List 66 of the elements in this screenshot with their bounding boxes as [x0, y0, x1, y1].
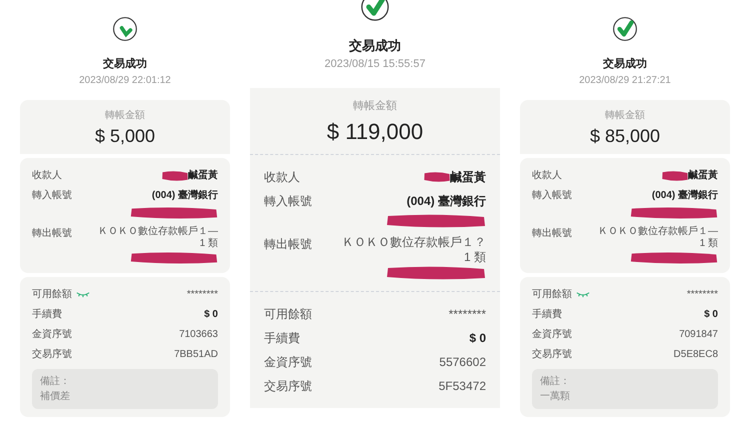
status-title: 交易成功 — [603, 56, 647, 72]
field-label: 交易序號 — [532, 348, 572, 362]
field-label: 收款人 — [32, 169, 62, 183]
field-value: (004) 臺灣銀行 — [406, 193, 486, 210]
field-label: 金資序號 — [32, 328, 72, 342]
closed-eye-icon[interactable] — [576, 291, 590, 298]
field-value: 7091847 — [679, 328, 718, 342]
note-text: 補價差 — [40, 390, 71, 404]
field-label: 轉入帳號 — [264, 193, 312, 210]
field-value: (004) 臺灣銀行 — [652, 188, 718, 203]
field-label: 收款人 — [264, 169, 300, 186]
note-text: 一萬顆 — [540, 390, 571, 404]
status-title: 交易成功 — [103, 56, 147, 72]
field-label: 可用餘額 — [532, 288, 572, 302]
check-icon — [360, 0, 390, 22]
field-value: $ 0 — [469, 330, 486, 347]
field-value: $ 0 — [204, 308, 218, 322]
field-value: D5E8EC8 — [674, 348, 718, 362]
field-label: 金資序號 — [532, 328, 572, 342]
field-value: ＫＯＫＯ數位存款帳戶１？ 1 類 — [342, 235, 486, 265]
field-label: 手續費 — [532, 308, 562, 322]
amount-value: $ 85,000 — [590, 124, 660, 148]
field-label: 可用餘額 — [264, 306, 312, 323]
redaction-mark — [424, 171, 450, 183]
field-value: 鹹蛋黃 — [688, 168, 718, 183]
field-value: ＫＯＫＯ數位存款帳戶１— 1 類 — [98, 226, 218, 250]
amount-label: 轉帳金額 — [105, 108, 145, 122]
field-value: $ 0 — [704, 308, 718, 322]
field-label: 轉入帳號 — [32, 188, 72, 203]
field-label: 可用餘額 — [32, 288, 72, 302]
note-label: 備註： — [540, 374, 571, 388]
field-value: ******** — [686, 288, 718, 302]
amount-label: 轉帳金額 — [353, 98, 397, 114]
closed-eye-icon[interactable] — [76, 291, 90, 298]
field-value: 5576602 — [439, 354, 486, 371]
field-label: 轉出帳號 — [264, 236, 312, 253]
field-label: 轉出帳號 — [532, 226, 572, 240]
amount-value: $ 119,000 — [326, 118, 424, 146]
note-label: 備註： — [40, 374, 71, 388]
redaction-mark — [162, 170, 188, 182]
field-value: ******** — [448, 306, 486, 323]
check-icon — [112, 16, 138, 42]
transaction-time: 2023/08/29 22:01:12 — [79, 74, 171, 88]
status-title: 交易成功 — [349, 37, 401, 55]
field-label: 收款人 — [532, 169, 562, 183]
field-value: ＫＯＫＯ數位存款帳戶１— 1 類 — [598, 226, 718, 250]
field-label: 手續費 — [32, 308, 62, 322]
field-value: (004) 臺灣銀行 — [152, 188, 218, 203]
field-label: 金資序號 — [264, 354, 312, 371]
field-label: 手續費 — [264, 330, 300, 347]
field-value: 鹹蛋黃 — [450, 169, 486, 186]
redaction-mark — [662, 170, 688, 182]
field-value: 7BB51AD — [174, 348, 218, 362]
check-icon — [612, 16, 638, 42]
field-value: ******** — [186, 288, 218, 302]
field-label: 轉出帳號 — [32, 226, 72, 240]
amount-value: $ 5,000 — [94, 124, 156, 148]
field-value: 鹹蛋黃 — [188, 168, 218, 183]
amount-label: 轉帳金額 — [605, 108, 645, 122]
field-label: 交易序號 — [32, 348, 72, 362]
transaction-time: 2023/08/29 21:27:21 — [579, 74, 671, 88]
field-label: 交易序號 — [264, 378, 312, 395]
field-label: 轉入帳號 — [532, 188, 572, 203]
field-value: 5F53472 — [438, 378, 486, 395]
transaction-time: 2023/08/15 15:55:57 — [324, 56, 426, 72]
field-value: 7103663 — [179, 328, 218, 342]
